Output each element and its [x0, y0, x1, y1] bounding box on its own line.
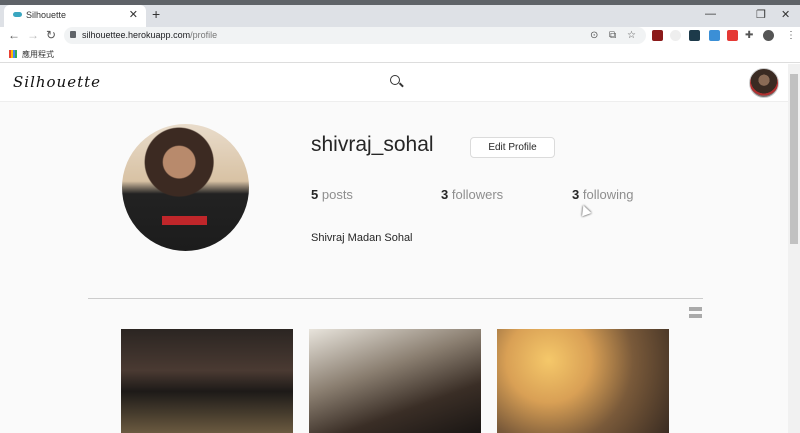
- header-avatar[interactable]: [749, 68, 779, 98]
- scrollbar[interactable]: [788, 64, 800, 433]
- post-thumbnail[interactable]: [497, 329, 669, 433]
- puzzle-icon[interactable]: ✚: [745, 30, 753, 41]
- post-thumbnail[interactable]: [121, 329, 293, 433]
- pdf-extension-icon[interactable]: [652, 30, 663, 41]
- search-icon[interactable]: [390, 75, 400, 85]
- browser-toolbar: ← → ↻ silhouettee.herokuapp.com/profile …: [0, 27, 800, 45]
- favicon-icon: [13, 12, 22, 17]
- extension-icon[interactable]: [709, 30, 720, 41]
- bookmarks-bar: 應用程式: [0, 45, 800, 63]
- extension-icon[interactable]: [670, 30, 681, 41]
- back-icon[interactable]: ←: [8, 28, 20, 42]
- apps-icon[interactable]: [9, 50, 17, 58]
- profile-icon[interactable]: [763, 30, 774, 41]
- location-icon[interactable]: ⊙: [590, 30, 598, 41]
- posts-count: 5 posts: [311, 187, 353, 202]
- site-header: Silhouette: [0, 64, 788, 102]
- profile-avatar: [122, 124, 249, 251]
- apps-bookmark[interactable]: 應用程式: [22, 50, 54, 59]
- page: Silhouette shivraj_sohal Edit Profile 5 …: [0, 64, 788, 433]
- logo[interactable]: Silhouette: [13, 73, 101, 91]
- minimize-icon[interactable]: —: [705, 8, 716, 20]
- address-bar[interactable]: silhouettee.herokuapp.com/profile ⊙ ⧉ ☆: [64, 27, 646, 44]
- menu-icon[interactable]: ⋮: [786, 30, 796, 41]
- star-icon[interactable]: ☆: [627, 30, 636, 41]
- post-thumbnail[interactable]: [309, 329, 481, 433]
- close-tab-icon[interactable]: ✕: [129, 8, 138, 21]
- forward-icon[interactable]: →: [27, 28, 39, 42]
- lock-icon: [70, 31, 76, 38]
- followers-count[interactable]: 3 followers: [441, 187, 503, 202]
- edit-profile-button[interactable]: Edit Profile: [470, 137, 555, 158]
- url-path: /profile: [190, 30, 218, 40]
- new-tab-icon[interactable]: +: [152, 6, 160, 22]
- reload-icon[interactable]: ↻: [46, 28, 56, 42]
- full-name: Shivraj Madan Sohal: [311, 232, 413, 244]
- translate-icon[interactable]: ⧉: [609, 30, 616, 41]
- following-count[interactable]: 3 following: [572, 187, 633, 202]
- list-view-icon[interactable]: [689, 307, 702, 318]
- scrollbar-thumb[interactable]: [790, 74, 798, 244]
- tab-title: Silhouette: [26, 10, 67, 20]
- divider: [88, 298, 703, 299]
- extension-icon[interactable]: [727, 30, 738, 41]
- tab-strip: Silhouette ✕ + — ❐ ✕: [0, 5, 800, 27]
- browser-tab[interactable]: Silhouette ✕: [4, 5, 146, 27]
- username: shivraj_sohal: [311, 133, 434, 156]
- url-host: silhouettee.herokuapp.com: [82, 30, 191, 40]
- restore-icon[interactable]: ❐: [756, 8, 766, 21]
- react-extension-icon[interactable]: [689, 30, 700, 41]
- close-window-icon[interactable]: ✕: [781, 8, 790, 21]
